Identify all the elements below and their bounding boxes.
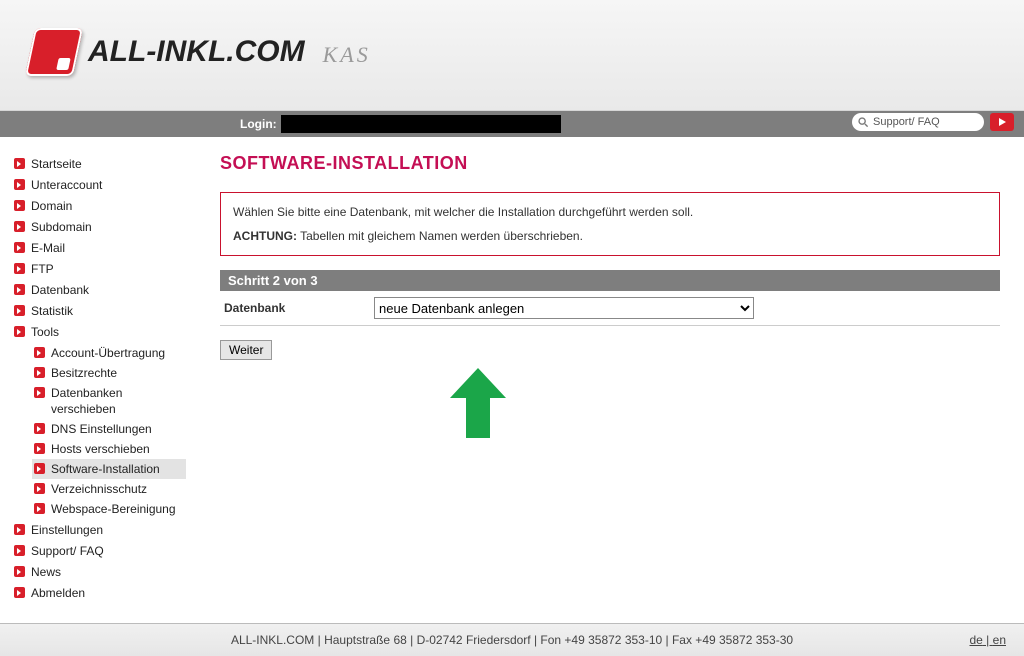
bullet-icon	[14, 284, 25, 295]
bullet-icon	[14, 179, 25, 190]
search-icon	[858, 117, 869, 128]
body: Startseite Unteraccount Domain Subdomain…	[0, 137, 1024, 623]
sidebar-item-label: Einstellungen	[31, 522, 103, 538]
bullet-icon	[14, 305, 25, 316]
bullet-icon	[14, 221, 25, 232]
sidebar-item-einstellungen[interactable]: Einstellungen	[12, 520, 194, 540]
bullet-icon	[34, 463, 45, 474]
bullet-icon	[14, 200, 25, 211]
lang-de-link[interactable]: de	[969, 633, 982, 647]
sidebar-item-label: Webspace-Bereinigung	[51, 501, 176, 517]
database-row: Datenbank neue Datenbank anlegen	[220, 291, 1000, 326]
bullet-icon	[14, 566, 25, 577]
sidebar-item-label: Support/ FAQ	[31, 543, 104, 559]
logo-icon	[25, 28, 83, 76]
sidebar-item-email[interactable]: E-Mail	[12, 238, 194, 258]
brand-suffix: KAS	[323, 42, 371, 68]
bullet-icon	[34, 367, 45, 378]
notice-line-1: Wählen Sie bitte eine Datenbank, mit wel…	[233, 203, 987, 221]
sidebar-item-label: News	[31, 564, 61, 580]
sidebar-sub-webspace-bereinigung[interactable]: Webspace-Bereinigung	[32, 499, 186, 519]
sidebar-item-datenbank[interactable]: Datenbank	[12, 280, 194, 300]
sidebar-item-label: Software-Installation	[51, 461, 160, 477]
main-content: SOFTWARE-INSTALLATION Wählen Sie bitte e…	[200, 137, 1024, 623]
sidebar-item-domain[interactable]: Domain	[12, 196, 194, 216]
bullet-icon	[34, 503, 45, 514]
support-go-button[interactable]	[990, 113, 1014, 131]
sidebar-sub-software-installation[interactable]: Software-Installation	[32, 459, 186, 479]
sidebar-item-support-faq[interactable]: Support/ FAQ	[12, 541, 194, 561]
bullet-icon	[14, 263, 25, 274]
sidebar-item-label: Besitzrechte	[51, 365, 117, 381]
sidebar-item-startseite[interactable]: Startseite	[12, 154, 194, 174]
login-bar: Login: Support/ FAQ	[0, 111, 1024, 137]
lang-en-link[interactable]: en	[993, 633, 1006, 647]
sidebar-item-label: Unteraccount	[31, 177, 102, 193]
sidebar-item-unteraccount[interactable]: Unteraccount	[12, 175, 194, 195]
bullet-icon	[34, 443, 45, 454]
sidebar-item-label: FTP	[31, 261, 54, 277]
sidebar-item-label: Startseite	[31, 156, 82, 172]
language-switch: de | en	[969, 633, 1006, 647]
annotation-arrow	[450, 368, 1000, 441]
bullet-icon	[14, 587, 25, 598]
sidebar-sub-besitzrechte[interactable]: Besitzrechte	[32, 363, 186, 383]
sidebar-item-tools[interactable]: Tools	[12, 322, 194, 342]
bullet-icon	[34, 387, 45, 398]
notice-box: Wählen Sie bitte eine Datenbank, mit wel…	[220, 192, 1000, 256]
bullet-icon	[14, 545, 25, 556]
brand-name: ALL-INKL.COM	[88, 35, 305, 69]
sidebar-item-label: Subdomain	[31, 219, 92, 235]
sidebar-item-label: Tools	[31, 324, 59, 340]
step-header: Schritt 2 von 3	[220, 270, 1000, 291]
page-title: SOFTWARE-INSTALLATION	[220, 153, 1000, 174]
bullet-icon	[34, 347, 45, 358]
sidebar-item-label: Abmelden	[31, 585, 85, 601]
sidebar-item-news[interactable]: News	[12, 562, 194, 582]
sidebar-item-label: DNS Einstellungen	[51, 421, 152, 437]
sidebar-item-label: Datenbank	[31, 282, 89, 298]
sidebar-sub-account-uebertragung[interactable]: Account-Übertragung	[32, 343, 186, 363]
footer: ALL-INKL.COM | Hauptstraße 68 | D-02742 …	[0, 623, 1024, 656]
login-value-redacted	[281, 115, 561, 133]
header: ALL-INKL.COM KAS	[0, 0, 1024, 111]
sidebar-item-statistik[interactable]: Statistik	[12, 301, 194, 321]
sidebar-sub-hosts-verschieben[interactable]: Hosts verschieben	[32, 439, 186, 459]
sidebar-sub-verzeichnisschutz[interactable]: Verzeichnisschutz	[32, 479, 186, 499]
notice-strong: ACHTUNG:	[233, 229, 297, 243]
database-select[interactable]: neue Datenbank anlegen	[374, 297, 754, 319]
database-label: Datenbank	[224, 301, 374, 315]
arrow-up-icon	[450, 368, 506, 438]
sidebar-sub-datenbanken-verschieben[interactable]: Datenbanken verschieben	[32, 383, 186, 419]
notice-line-2: Tabellen mit gleichem Namen werden übers…	[297, 229, 583, 243]
support-search[interactable]: Support/ FAQ	[852, 113, 984, 131]
sidebar-item-label: Account-Übertragung	[51, 345, 165, 361]
bullet-icon	[14, 242, 25, 253]
sidebar-item-label: Hosts verschieben	[51, 441, 150, 457]
lang-separator: |	[983, 633, 993, 647]
continue-button[interactable]: Weiter	[220, 340, 272, 360]
support-search-placeholder: Support/ FAQ	[873, 116, 940, 128]
bullet-icon	[14, 158, 25, 169]
footer-text: ALL-INKL.COM | Hauptstraße 68 | D-02742 …	[231, 633, 793, 647]
sidebar-item-ftp[interactable]: FTP	[12, 259, 194, 279]
sidebar-item-label: Verzeichnisschutz	[51, 481, 147, 497]
sidebar-sub-dns-einstellungen[interactable]: DNS Einstellungen	[32, 419, 186, 439]
sidebar-item-label: Domain	[31, 198, 72, 214]
sidebar-item-subdomain[interactable]: Subdomain	[12, 217, 194, 237]
play-icon	[997, 117, 1007, 127]
bullet-icon	[14, 326, 25, 337]
sidebar-item-label: Datenbanken verschieben	[51, 385, 184, 417]
bullet-icon	[14, 524, 25, 535]
sidebar: Startseite Unteraccount Domain Subdomain…	[0, 137, 200, 623]
login-label: Login:	[240, 117, 277, 131]
sidebar-item-label: Statistik	[31, 303, 73, 319]
sidebar-item-label: E-Mail	[31, 240, 65, 256]
bullet-icon	[34, 483, 45, 494]
brand-logo[interactable]: ALL-INKL.COM KAS	[30, 28, 371, 76]
sidebar-item-abmelden[interactable]: Abmelden	[12, 583, 194, 603]
bullet-icon	[34, 423, 45, 434]
